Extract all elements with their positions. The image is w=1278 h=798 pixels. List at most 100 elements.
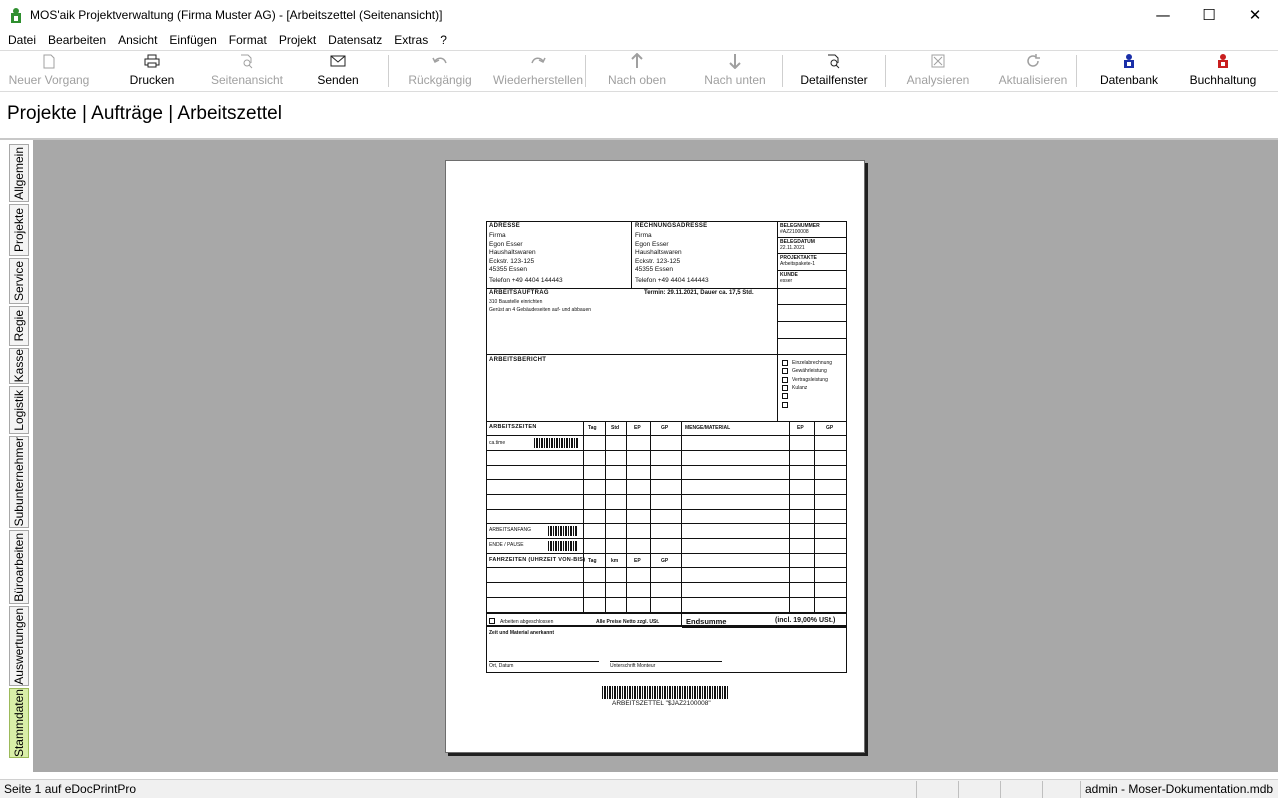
- arrow-up-icon: [631, 53, 643, 68]
- divider: [486, 553, 847, 554]
- side-tab-projekte[interactable]: Projekte: [9, 204, 29, 256]
- travel-times-label: FAHRZEITEN (UHRZEIT VON-BIS): [489, 557, 586, 563]
- divider: [486, 479, 847, 480]
- move-up-button[interactable]: Nach oben: [586, 51, 688, 91]
- divider: [777, 253, 847, 254]
- customer: esser: [780, 278, 793, 284]
- close-button[interactable]: ✕: [1232, 0, 1278, 30]
- place-date-label: Ort, Datum: [489, 663, 514, 669]
- menu-extras[interactable]: Extras: [388, 33, 434, 47]
- new-process-label: Neuer Vorgang: [8, 73, 90, 87]
- window-title: MOS'aik Projektverwaltung (Firma Muster …: [30, 8, 443, 22]
- side-tab-service[interactable]: Service: [9, 258, 29, 304]
- work-report-label: ARBEITSBERICHT: [489, 357, 547, 363]
- address-line: Eckstr. 123-125: [489, 257, 535, 265]
- menu-projekt[interactable]: Projekt: [273, 33, 322, 47]
- checkbox: [782, 393, 788, 399]
- send-button[interactable]: Senden: [288, 51, 388, 91]
- divider: [486, 597, 847, 598]
- minimize-button[interactable]: —: [1140, 0, 1186, 30]
- side-tab-kasse[interactable]: Kasse: [9, 348, 29, 384]
- billing-line: Egon Esser: [635, 240, 669, 248]
- side-tab-regie[interactable]: Regie: [9, 306, 29, 346]
- divider: [777, 321, 847, 322]
- preview-page: ADRESSE Firma Egon Esser Haushaltswaren …: [445, 160, 865, 753]
- envelope-icon: [330, 55, 346, 67]
- work-order-line: 310 Baustelle einrichten: [489, 299, 543, 305]
- move-down-label: Nach unten: [704, 73, 766, 87]
- checkbox: [489, 618, 495, 624]
- menu-datensatz[interactable]: Datensatz: [322, 33, 388, 47]
- accounting-button[interactable]: Buchhaltung: [1181, 51, 1265, 91]
- redo-button[interactable]: Wiederherstellen: [491, 51, 585, 91]
- billing-line: Eckstr. 123-125: [635, 257, 681, 265]
- signature-line: [489, 661, 599, 662]
- billing-line: 45355 Essen: [635, 266, 673, 273]
- checkbox: [782, 360, 788, 366]
- divider: [486, 523, 847, 524]
- print-label: Drucken: [129, 73, 175, 87]
- side-tab-bueroarbeiten[interactable]: Büroarbeiten: [9, 530, 29, 604]
- receipt-date: 22.11.2021: [780, 245, 805, 251]
- analyze-icon: [931, 54, 945, 68]
- status-cell: [1042, 781, 1080, 798]
- menu-bearbeiten[interactable]: Bearbeiten: [42, 33, 112, 47]
- menu-ansicht[interactable]: Ansicht: [112, 33, 163, 47]
- divider: [486, 450, 847, 451]
- project-file: Arbeitspakete-1: [780, 261, 816, 267]
- divider: [486, 288, 777, 289]
- accounting-label: Buchhaltung: [1189, 73, 1257, 87]
- breadcrumb: Projekte | Aufträge | Arbeitszettel: [7, 103, 282, 124]
- appointment-info: Termin: 29.11.2021, Dauer ca. 17,5 Std.: [644, 290, 754, 296]
- analyze-label: Analysieren: [906, 73, 970, 87]
- total-vat-note: (incl. 19,00% USt.): [775, 617, 836, 624]
- undo-button[interactable]: Rückgängig: [389, 51, 491, 91]
- side-tab-logistik[interactable]: Logistik: [9, 386, 29, 434]
- accounting-icon: [1218, 54, 1228, 68]
- move-down-button[interactable]: Nach unten: [688, 51, 782, 91]
- prices-net-note: Alle Preise Netto zzgl. USt.: [596, 619, 660, 625]
- status-cell: [1000, 781, 1042, 798]
- side-tab-label: Auswertungen: [12, 607, 26, 685]
- new-process-button[interactable]: Neuer Vorgang: [0, 51, 98, 91]
- side-tab-stammdaten[interactable]: Stammdaten: [9, 688, 29, 758]
- divider: [777, 288, 847, 289]
- side-tab-allgemein[interactable]: Allgemein: [9, 144, 29, 202]
- maximize-button[interactable]: ☐: [1186, 0, 1232, 30]
- col-unit-price: EP: [634, 558, 641, 564]
- detail-window-icon: [828, 54, 840, 68]
- col-hours: Std: [611, 425, 620, 431]
- menu-einfuegen[interactable]: Einfügen: [163, 33, 222, 47]
- side-tab-subunternehmer[interactable]: Subunternehmer: [9, 436, 29, 528]
- check-label: Gewährleistung: [792, 368, 827, 374]
- database-button[interactable]: Datenbank: [1077, 51, 1181, 91]
- barcode-icon: [548, 526, 578, 536]
- billing-phone: Telefon +49 4404 144443: [635, 277, 709, 284]
- page-preview-button[interactable]: Seitenansicht: [206, 51, 288, 91]
- analyze-button[interactable]: Analysieren: [886, 51, 990, 91]
- divider: [486, 354, 847, 355]
- checkbox: [782, 368, 788, 374]
- signature-line: [610, 661, 722, 662]
- toolbar: Neuer Vorgang Drucken Seitenansicht Send…: [0, 50, 1278, 92]
- menu-bar: Datei Bearbeiten Ansicht Einfügen Format…: [0, 30, 1278, 50]
- printer-icon: [144, 54, 160, 68]
- side-tab-label: Allgemein: [12, 146, 26, 200]
- send-label: Senden: [317, 73, 359, 87]
- print-button[interactable]: Drucken: [98, 51, 206, 91]
- divider: [486, 509, 847, 510]
- col-total-price: GP: [661, 425, 669, 431]
- detail-window-button[interactable]: Detailfenster: [783, 51, 885, 91]
- col-unit-price: EP: [634, 425, 641, 431]
- checkbox: [782, 402, 788, 408]
- refresh-button[interactable]: Aktualisieren: [990, 51, 1076, 91]
- print-preview-area[interactable]: ADRESSE Firma Egon Esser Haushaltswaren …: [33, 140, 1278, 772]
- address-label: ADRESSE: [489, 223, 521, 229]
- undo-icon: [432, 57, 447, 64]
- menu-format[interactable]: Format: [223, 33, 273, 47]
- menu-datei[interactable]: Datei: [2, 33, 42, 47]
- col-km: km: [611, 558, 619, 564]
- side-tab-auswertungen[interactable]: Auswertungen: [9, 606, 29, 686]
- barcode-icon: [534, 438, 578, 448]
- menu-help[interactable]: ?: [434, 33, 453, 47]
